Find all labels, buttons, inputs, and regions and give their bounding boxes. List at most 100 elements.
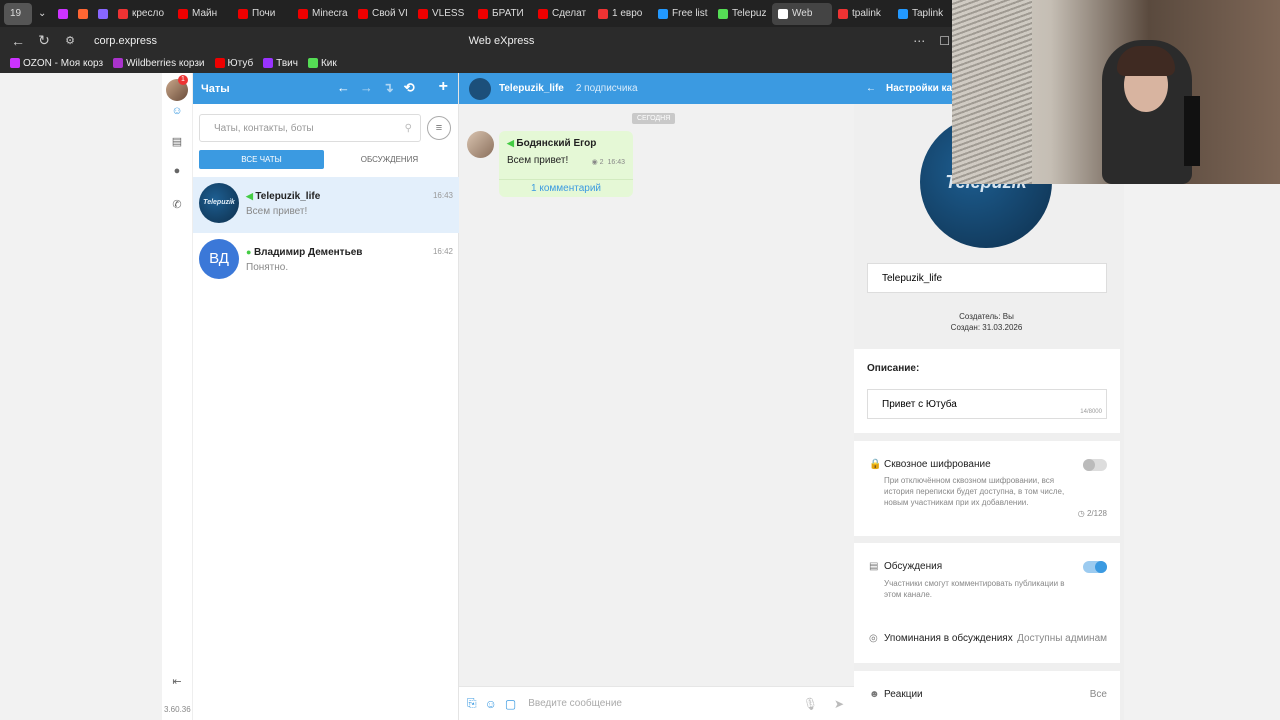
tab-all-chats[interactable]: ВСЕ ЧАТЫ: [199, 150, 324, 169]
browser-tab[interactable]: Telepuz: [712, 3, 772, 25]
toggle-knob: [1083, 459, 1095, 471]
sort-icon[interactable]: ↴: [383, 80, 394, 96]
chat-name: ◀ Telepuzik_life: [246, 191, 320, 202]
collapse-icon[interactable]: ⇤: [170, 675, 184, 689]
send-icon[interactable]: ➤: [834, 697, 844, 711]
back-arrow-icon[interactable]: ←: [337, 80, 350, 96]
browser-tab[interactable]: tpalink: [832, 3, 892, 25]
bookmark-icon[interactable]: ☐: [939, 34, 950, 48]
chat-item[interactable]: ВД ● Владимир Дементьев Понятно. 16:42: [193, 233, 459, 289]
creator-label: Создатель: Вы: [959, 312, 1014, 321]
tab-pinned[interactable]: [52, 3, 72, 25]
chat-name-text: Telepuzik_life: [255, 191, 321, 202]
browser-tab[interactable]: БРАТИ: [472, 3, 532, 25]
tab-label: VLESS: [432, 8, 465, 19]
forward-arrow-icon[interactable]: →: [360, 80, 373, 96]
channel-name-field[interactable]: Telepuzik_life: [867, 263, 1107, 293]
comments-link[interactable]: 1 комментарий: [499, 179, 633, 194]
tab-label: Minecra: [312, 8, 348, 19]
browser-tab[interactable]: Сделат: [532, 3, 592, 25]
sticker-icon[interactable]: ▢: [505, 697, 516, 711]
bookmark-label: Твич: [276, 58, 298, 69]
browser-tab[interactable]: кресло: [112, 3, 172, 25]
tab-label: Сделат: [552, 8, 587, 19]
date-separator: СЕГОДНЯ: [632, 113, 676, 124]
search-input[interactable]: Чаты, контакты, боты ⚲: [199, 114, 421, 142]
discussions-card: ▤ Обсуждения Участники смогут комментиро…: [854, 543, 1120, 663]
browser-tab[interactable]: Свой VI: [352, 3, 412, 25]
mentions-icon: ◎: [869, 633, 878, 644]
search-icon: ⚲: [404, 122, 412, 134]
browser-tab[interactable]: VLESS: [412, 3, 472, 25]
browser-tab[interactable]: Minecra: [292, 3, 352, 25]
browser-tab[interactable]: Почи: [232, 3, 292, 25]
conversation-header[interactable]: Telepuzik_life 2 подписчика: [459, 73, 854, 104]
description-label: Описание:: [867, 363, 920, 374]
chat-preview: Всем привет!: [246, 206, 308, 217]
tab-label: Свой VI: [372, 8, 408, 19]
message-input[interactable]: Введите сообщение: [528, 698, 622, 709]
emoji-icon[interactable]: ☺: [485, 697, 497, 711]
encryption-card: 🔒 Сквозное шифрование При отключённом ск…: [854, 441, 1120, 536]
reactions-icon: ☻: [869, 689, 880, 700]
description-counter: 14/8000: [1080, 409, 1102, 415]
description-field[interactable]: Привет с Ютуба 14/8000: [867, 389, 1107, 419]
mic-icon[interactable]: 🎙: [803, 697, 818, 711]
browser-tab[interactable]: 1 евро: [592, 3, 652, 25]
filter-button[interactable]: ≡: [427, 116, 451, 140]
address-actions: ⋯ ☐: [913, 34, 950, 48]
browser-tab[interactable]: Taplink: [892, 3, 952, 25]
reactions-value[interactable]: Все: [1090, 689, 1107, 700]
tab-label: tpalink: [852, 8, 881, 19]
chats-icon[interactable]: ▤: [170, 135, 184, 149]
discussions-toggle[interactable]: [1083, 561, 1107, 573]
tab-menu-icon[interactable]: ⌄: [32, 3, 52, 25]
chat-name-text: Владимир Дементьев: [253, 247, 363, 258]
mentions-value[interactable]: Доступны админам: [1017, 633, 1107, 644]
tab-pinned[interactable]: [72, 3, 92, 25]
page-title: Web eXpress: [468, 34, 535, 47]
tab-pinned[interactable]: [92, 3, 112, 25]
history-icon[interactable]: ⟲: [404, 80, 415, 96]
mentions-label[interactable]: Упоминания в обсуждениях: [884, 633, 1013, 644]
reactions-label[interactable]: Реакции: [884, 689, 923, 700]
chat-time: 16:43: [432, 191, 453, 200]
security-icon: ●: [246, 247, 254, 257]
toggle-knob: [1095, 561, 1107, 573]
browser-tab[interactable]: Free list: [652, 3, 712, 25]
e2e-description: При отключённом сквозном шифровании, вся…: [884, 476, 1065, 507]
tab-label: кресло: [132, 8, 165, 19]
bookmark-ozon[interactable]: OZON - Моя корз: [10, 58, 103, 69]
bookmark-youtube[interactable]: Ютуб: [214, 58, 254, 69]
sender-avatar[interactable]: [467, 131, 494, 158]
calls-icon[interactable]: ✆: [170, 198, 184, 212]
browser-tab-active[interactable]: Web: [772, 2, 832, 25]
microphone-stand: [1184, 96, 1200, 166]
bookmark-label: Ютуб: [227, 58, 254, 69]
message-bubble[interactable]: ◀ Бодянский Егор Всем привет! ◉ 2 16:43 …: [499, 131, 633, 197]
bookmark-wildberries[interactable]: Wildberries корзи: [113, 58, 205, 69]
e2e-counter: ◷ 2/128: [1078, 509, 1107, 518]
bookmark-twitch[interactable]: Твич: [263, 58, 298, 69]
tab-counter[interactable]: 19: [4, 2, 32, 25]
conversation-panel: Telepuzik_life 2 подписчика СЕГОДНЯ ◀ Бо…: [459, 73, 854, 720]
emoji-status-icon[interactable]: ☺: [170, 105, 184, 119]
contacts-icon[interactable]: ●: [170, 165, 184, 179]
new-chat-icon[interactable]: +: [439, 79, 448, 96]
notification-badge: 1: [178, 75, 188, 85]
browser-tab[interactable]: Майн: [172, 3, 232, 25]
tab-discussions[interactable]: ОБСУЖДЕНИЯ: [327, 150, 452, 169]
more-icon[interactable]: ⋯: [913, 34, 925, 48]
settings-back-icon[interactable]: ←: [866, 83, 876, 94]
bookmark-label: Кик: [320, 58, 337, 69]
message-meta: ◉ 2 16:43: [592, 158, 625, 166]
attach-icon[interactable]: ⎘: [467, 696, 477, 711]
settings-title: Настройки кан: [886, 83, 959, 94]
bookmark-kick[interactable]: Кик: [307, 58, 337, 69]
e2e-toggle[interactable]: [1083, 459, 1107, 471]
streamer-hair: [1117, 46, 1175, 76]
chat-item[interactable]: Telepuzik ◀ Telepuzik_life Всем привет! …: [193, 177, 459, 233]
tab-label: БРАТИ: [492, 8, 524, 19]
chat-preview: Понятно.: [246, 262, 289, 273]
chat-name: ● Владимир Дементьев: [246, 247, 362, 258]
